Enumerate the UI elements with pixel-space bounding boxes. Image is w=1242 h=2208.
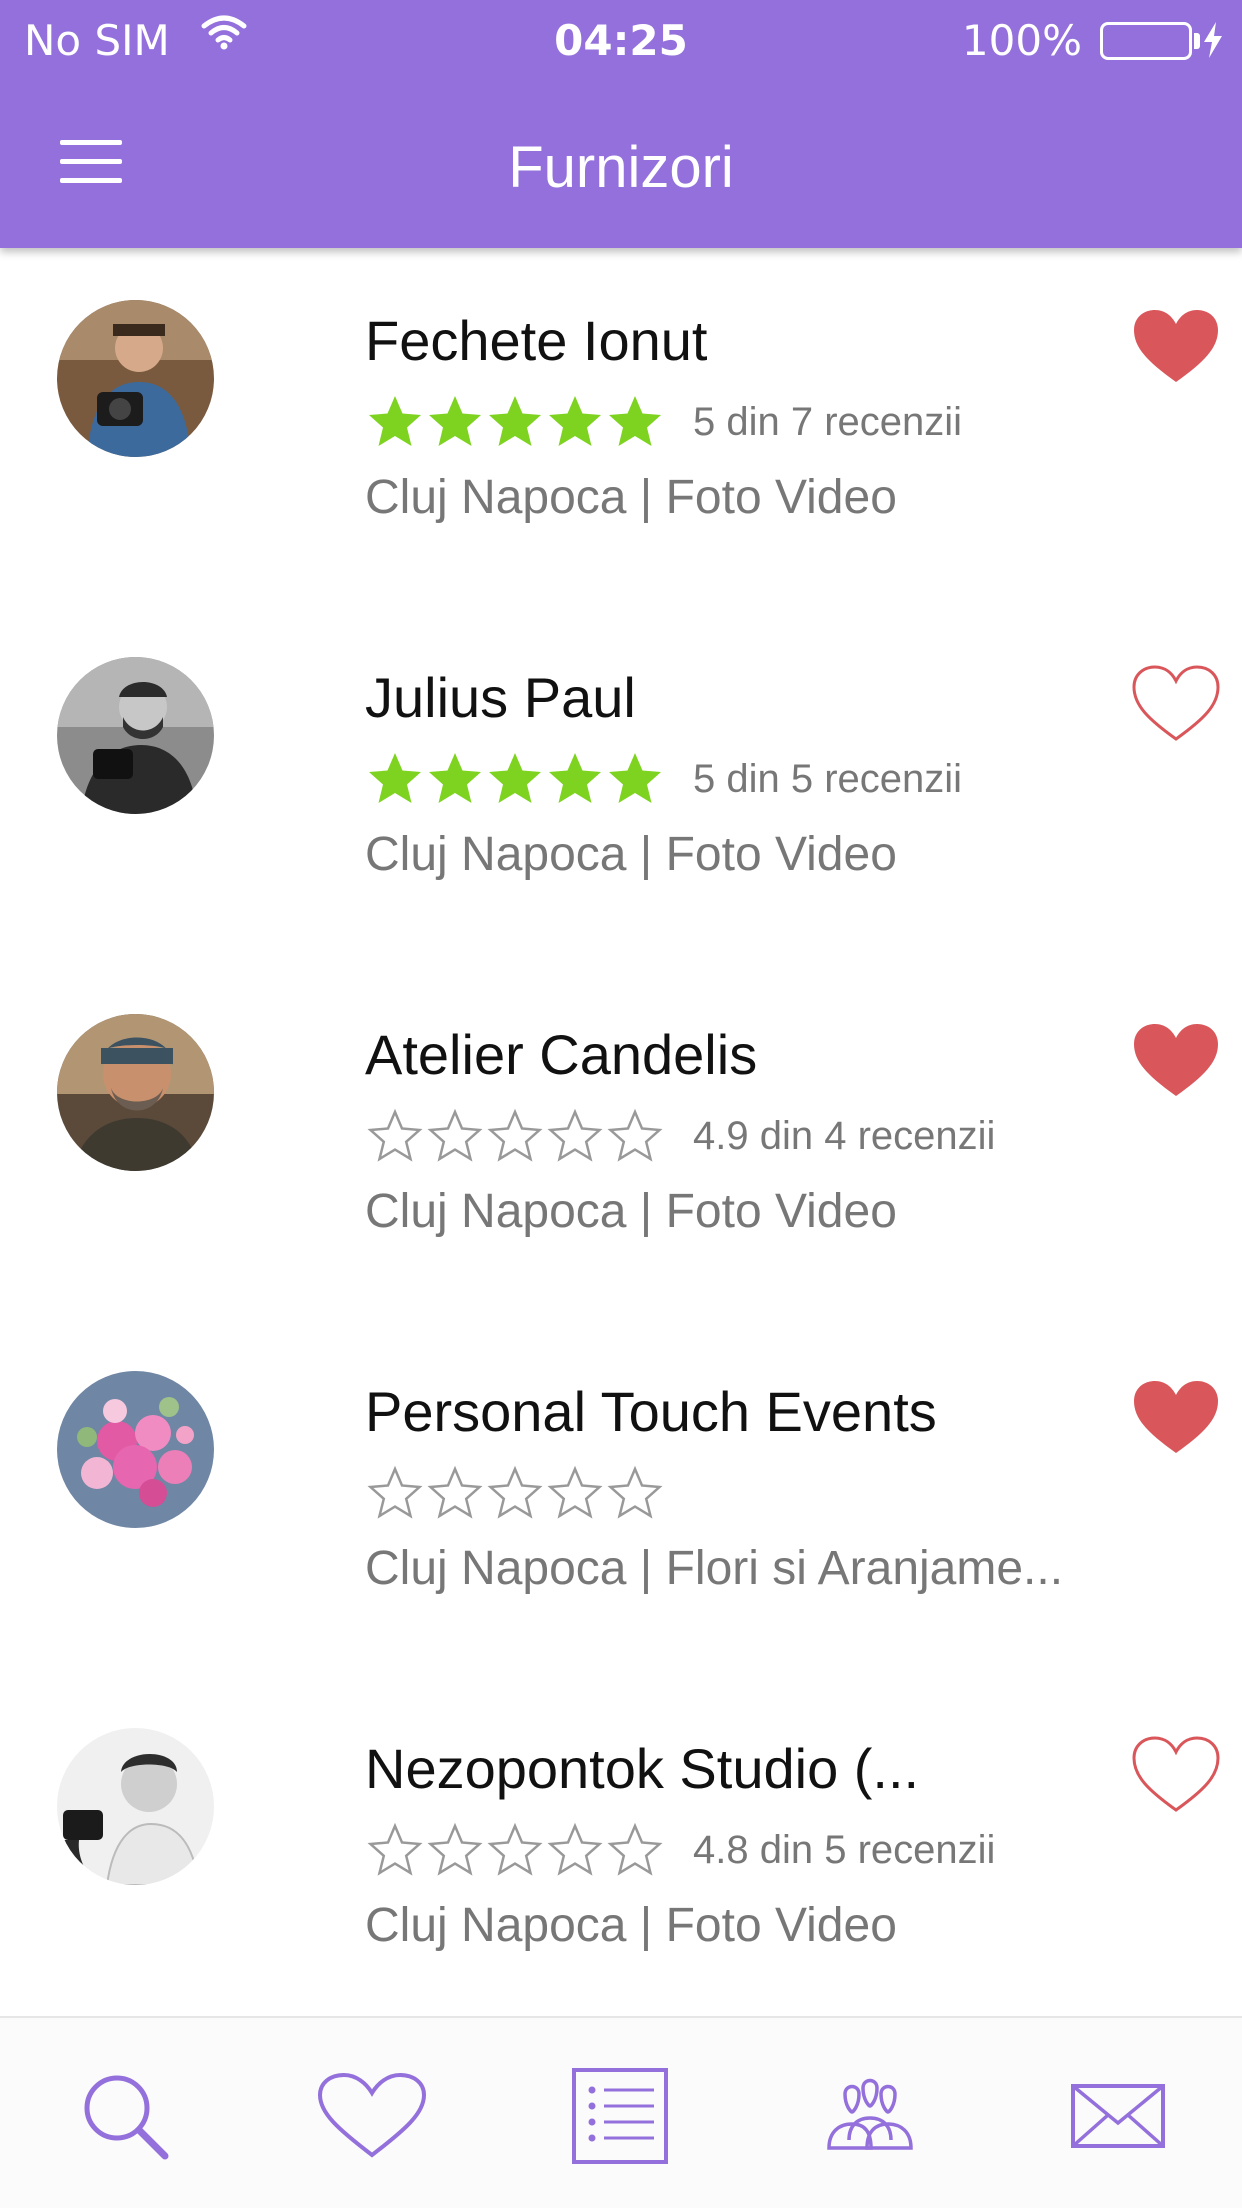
provider-list[interactable]: Fechete Ionut 5 din 7 recenzii Cluj Napoca…: [0, 248, 1242, 2016]
rating-stars: 4.9 din 4 recenzii: [365, 1106, 995, 1166]
favorite-heart-filled-icon[interactable]: [1130, 1020, 1222, 1100]
avatar: [57, 1014, 214, 1171]
tab-favorites[interactable]: [312, 2068, 432, 2168]
navigation-bar: Furnizori: [0, 110, 1242, 220]
tab-bar: [0, 2016, 1242, 2208]
avatar: [57, 657, 214, 814]
tab-list[interactable]: [560, 2068, 680, 2168]
group-icon: [815, 2076, 925, 2160]
provider-location-category: Cluj Napoca | Flori si Aranjame...: [365, 1542, 1064, 1595]
rating-stars: [365, 1463, 693, 1523]
battery-icon: [1100, 22, 1192, 60]
page-title: Furnizori: [508, 135, 734, 200]
provider-name: Nezopontok Studio (...: [365, 1737, 920, 1800]
review-count: 4.8 din 5 recenzii: [693, 1827, 996, 1872]
favorite-heart-filled-icon[interactable]: [1130, 306, 1222, 386]
tab-search[interactable]: [67, 2068, 187, 2168]
provider-name: Julius Paul: [365, 666, 636, 729]
review-count: 5 din 7 recenzii: [693, 399, 963, 444]
provider-row[interactable]: Nezopontok Studio (... 4.8 din 5 recenzii…: [0, 1676, 1242, 2016]
rating-stars: 5 din 5 recenzii: [365, 749, 962, 809]
provider-location-category: Cluj Napoca | Foto Video: [365, 471, 897, 524]
review-count: 5 din 5 recenzii: [693, 756, 963, 801]
mail-icon: [1070, 2083, 1166, 2153]
provider-location-category: Cluj Napoca | Foto Video: [365, 1185, 897, 1238]
tab-messages[interactable]: [1058, 2068, 1178, 2168]
provider-row[interactable]: Personal Touch Events Cluj Napoca | Flori…: [0, 1319, 1242, 1676]
provider-row[interactable]: Fechete Ionut 5 din 7 recenzii Cluj Napoca…: [0, 248, 1242, 605]
avatar: [57, 300, 214, 457]
rating-stars: 4.8 din 5 recenzii: [365, 1820, 995, 1880]
provider-location-category: Cluj Napoca | Foto Video: [365, 828, 897, 881]
heart-icon: [316, 2071, 428, 2165]
favorite-heart-outline-icon[interactable]: [1130, 663, 1222, 743]
favorite-heart-outline-icon[interactable]: [1130, 1734, 1222, 1814]
provider-name: Fechete Ionut: [365, 309, 708, 372]
favorite-heart-filled-icon[interactable]: [1130, 1377, 1222, 1457]
bolt-icon: [1200, 20, 1226, 70]
provider-name: Atelier Candelis: [365, 1023, 758, 1086]
avatar: [57, 1728, 214, 1885]
tab-community[interactable]: [810, 2068, 930, 2168]
provider-location-category: Cluj Napoca | Foto Video: [365, 1899, 897, 1952]
rating-stars: 5 din 7 recenzii: [365, 392, 962, 452]
list-icon: [572, 2068, 668, 2168]
search-icon: [77, 2068, 177, 2168]
provider-name: Personal Touch Events: [365, 1380, 937, 1443]
battery-percentage: 100%: [961, 16, 1082, 65]
status-bar: No SIM 04:25 100%: [0, 0, 1242, 80]
provider-row[interactable]: Julius Paul 5 din 5 recenzii Cluj Napoca |…: [0, 605, 1242, 962]
review-count: 4.9 din 4 recenzii: [693, 1113, 996, 1158]
top-bar: No SIM 04:25 100% Furnizori: [0, 0, 1242, 248]
avatar: [57, 1371, 214, 1528]
provider-row[interactable]: Atelier Candelis 4.9 din 4 recenzii Cluj N…: [0, 962, 1242, 1319]
